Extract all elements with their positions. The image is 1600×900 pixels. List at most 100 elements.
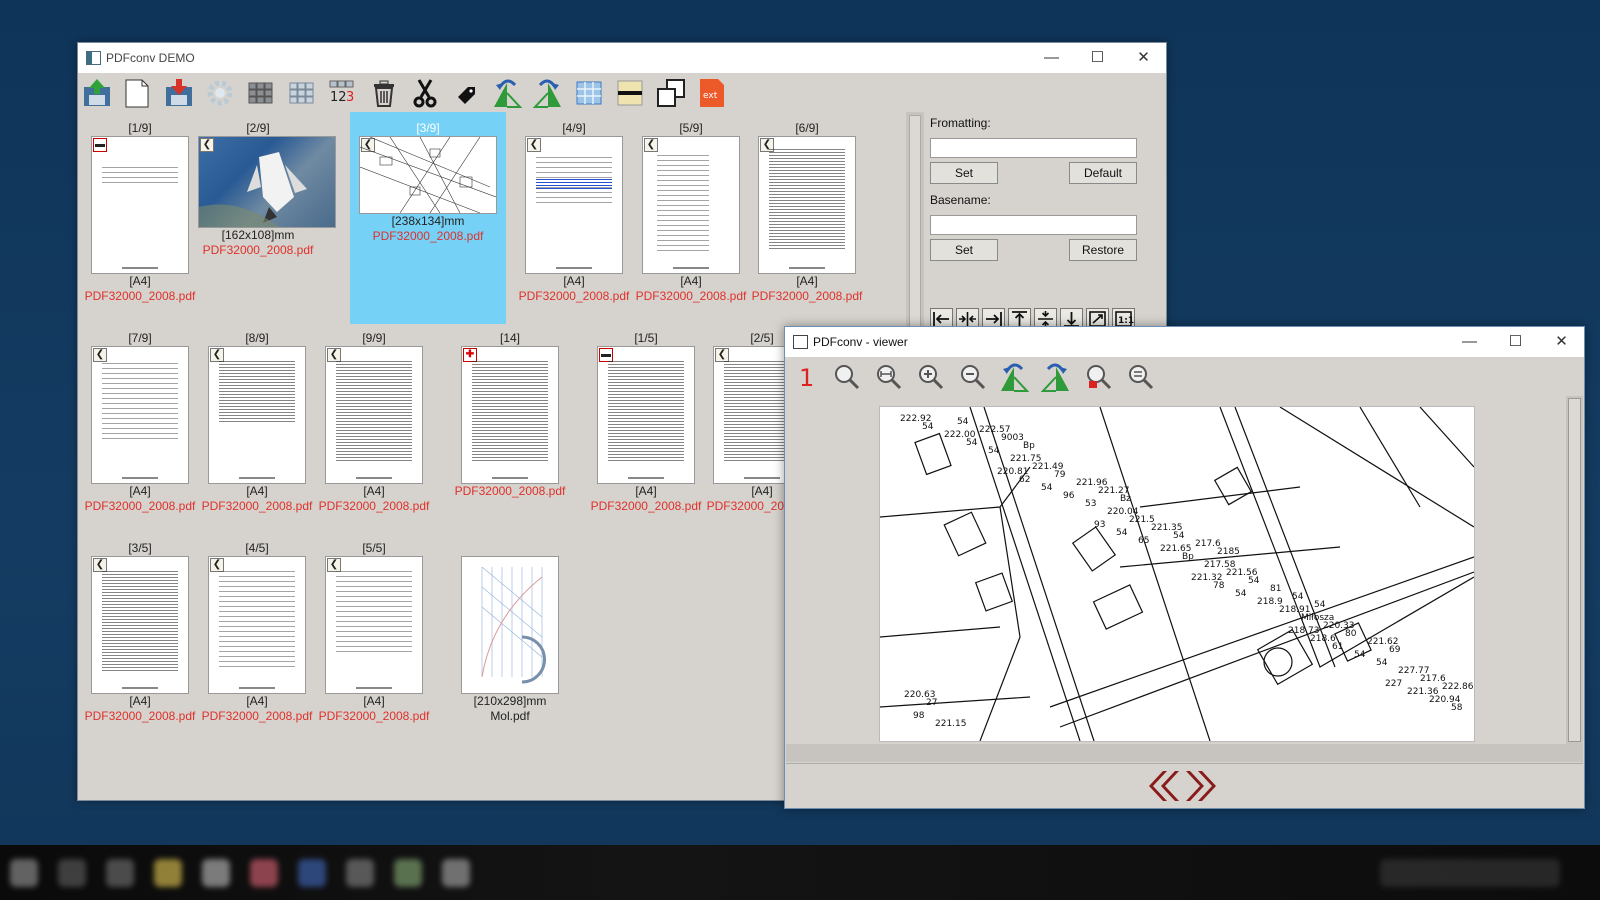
thumbnail-position: [5/9] [679, 121, 703, 135]
taskbar-tray[interactable] [1380, 859, 1560, 887]
viewer-minimize-button[interactable]: — [1447, 327, 1492, 357]
map-label: 54 [988, 446, 1000, 456]
thumbnail-item[interactable]: [2/9] ❮ [162x108]mm PDF32000_2008.pdf [198, 120, 336, 258]
viewer-maximize-button[interactable]: ☐ [1493, 327, 1538, 357]
page-footer [122, 477, 158, 479]
zoom-reset-icon[interactable] [1125, 361, 1155, 393]
map-label: 62 [1019, 475, 1030, 485]
thumbnail-item-selected[interactable]: [3/9] ❮ [238x134]mm PDF32000_2008.pdf [350, 112, 506, 324]
thumbnail-item[interactable]: [5/5] ❮ [A4] PDF32000_2008.pdf [316, 540, 432, 724]
thumbnail-item[interactable]: [4/5] ❮ [A4] PDF32000_2008.pdf [199, 540, 315, 724]
previous-page-icon[interactable] [1141, 767, 1181, 805]
taskbar-app-icon[interactable] [154, 859, 182, 887]
ext-icon[interactable]: ext [696, 77, 728, 109]
number-icon[interactable]: 12 3 [327, 77, 359, 109]
zoom-fit-icon[interactable] [831, 361, 861, 393]
thumbnail-item[interactable]: [9/9] ❮ [A4] PDF32000_2008.pdf [316, 330, 432, 514]
svg-text:3: 3 [346, 90, 354, 105]
basename-set-button[interactable]: Set [930, 239, 998, 261]
next-page-icon[interactable] [1184, 767, 1224, 805]
settings-icon[interactable] [204, 77, 236, 109]
map-page-image: 222.92 220.81 93 221.32 218.73 227 54 62 54 78 218… [879, 406, 1475, 742]
taskbar-app-icon[interactable] [202, 859, 230, 887]
thumbnail-filename: Mol.pdf [490, 709, 530, 723]
page-preview: ❮ [91, 556, 189, 694]
main-titlebar[interactable]: PDFconv DEMO — ☐ ✕ [78, 43, 1166, 73]
thumbnail-item[interactable]: [1/5] ▬ [A4] PDF32000_2008.pdf [588, 330, 704, 514]
minimize-button[interactable]: — [1029, 43, 1074, 73]
thumbnail-position [452, 540, 568, 556]
back-arrow-icon: ❮ [210, 558, 224, 572]
zoom-in-icon[interactable] [915, 361, 945, 393]
thumbnail-item[interactable]: [210x298]mm Mol.pdf [452, 540, 568, 724]
viewer-titlebar[interactable]: PDFconv - viewer — ☐ ✕ [785, 327, 1584, 357]
basename-input[interactable] [930, 215, 1137, 235]
thumbnail-item[interactable]: [7/9] ❮ [A4] PDF32000_2008.pdf [82, 330, 198, 514]
page-footer [356, 687, 392, 689]
main-toolbar: 12 3 ext [78, 74, 1166, 112]
formatting-set-button[interactable]: Set [930, 162, 998, 184]
thumbnail-item[interactable]: [3/5] ❮ [A4] PDF32000_2008.pdf [82, 540, 198, 724]
viewer-scrollbar-thumb[interactable] [1568, 398, 1581, 742]
tag-icon[interactable] [450, 77, 482, 109]
zoom-width-icon[interactable] [873, 361, 903, 393]
viewer-rotate-right-icon[interactable] [1041, 361, 1071, 393]
svg-text:ext: ext [703, 91, 718, 101]
grid-light-icon[interactable] [286, 77, 318, 109]
viewer-rotate-left-icon[interactable] [999, 361, 1029, 393]
thumbnail-position: [9/9] [362, 331, 386, 345]
maximize-button[interactable]: ☐ [1075, 43, 1120, 73]
back-arrow-icon: ❮ [527, 138, 541, 152]
taskbar-app-icon[interactable] [442, 859, 470, 887]
grid-icon[interactable] [245, 77, 277, 109]
trash-icon[interactable] [368, 77, 400, 109]
page-footer [356, 477, 392, 479]
page-preview: ❮ [359, 136, 497, 214]
restore-button[interactable]: Restore [1069, 239, 1137, 261]
thumbnail-item[interactable]: [6/9] ❮ [A4] PDF32000_2008.pdf [749, 120, 865, 304]
page-preview: ❮ [198, 136, 336, 228]
taskbar-app-icon[interactable] [10, 859, 38, 887]
taskbar-app-icon[interactable] [250, 859, 278, 887]
viewer-vertical-scrollbar[interactable] [1566, 396, 1583, 744]
zoom-out-icon[interactable] [957, 361, 987, 393]
thumbnail-size: [238x134]mm [391, 214, 465, 228]
zoom-lock-icon[interactable] [1083, 361, 1113, 393]
blue-grid-icon[interactable] [573, 77, 605, 109]
taskbar-app-icon[interactable] [58, 859, 86, 887]
formatting-input[interactable] [930, 138, 1137, 158]
thumbnail-item[interactable]: [14] ✚ PDF32000_2008.pdf [452, 330, 568, 499]
map-label: 80 [1345, 629, 1357, 639]
thumbnail-item[interactable]: [8/9] ❮ [A4] PDF32000_2008.pdf [199, 330, 315, 514]
page-footer [239, 477, 275, 479]
taskbar-app-icon[interactable] [106, 859, 134, 887]
thumbnail-item[interactable]: [5/9] ❮ [A4] PDF32000_2008.pdf [633, 120, 749, 304]
map-label: 54 [966, 438, 978, 448]
map-label: 54 [1173, 531, 1185, 541]
open-icon[interactable] [81, 77, 113, 109]
rotate-right-icon[interactable] [532, 77, 564, 109]
cut-icon[interactable] [409, 77, 441, 109]
taskbar-app-icon[interactable] [298, 859, 326, 887]
page-footer [744, 477, 780, 479]
rotate-left-icon[interactable] [491, 77, 523, 109]
map-label: 96 [1063, 491, 1075, 501]
taskbar-app-icon[interactable] [346, 859, 374, 887]
copy-icon[interactable] [655, 77, 687, 109]
thumbnail-size: [A4] [129, 484, 151, 498]
thumbnail-size: [A4] [363, 694, 385, 708]
thumbnail-size: [A4] [246, 484, 268, 498]
page-preview: ✚ [461, 346, 559, 484]
separator-icon[interactable] [614, 77, 646, 109]
save-icon[interactable] [163, 77, 195, 109]
map-label: 78 [1213, 581, 1225, 591]
taskbar-app-icon[interactable] [394, 859, 422, 887]
viewer-horizontal-scrollbar[interactable] [786, 744, 1583, 762]
default-button[interactable]: Default [1069, 162, 1137, 184]
thumbnail-filename: PDF32000_2008.pdf [751, 289, 863, 303]
viewer-close-button[interactable]: ✕ [1539, 327, 1584, 357]
new-icon[interactable] [121, 77, 153, 109]
thumbnail-item[interactable]: [1/9] ▬ [A4] PDF32000_2008.pdf [82, 120, 198, 304]
close-button[interactable]: ✕ [1121, 43, 1166, 73]
thumbnail-item[interactable]: [4/9] ❮ [A4] PDF32000_2008.pdf [516, 120, 632, 304]
